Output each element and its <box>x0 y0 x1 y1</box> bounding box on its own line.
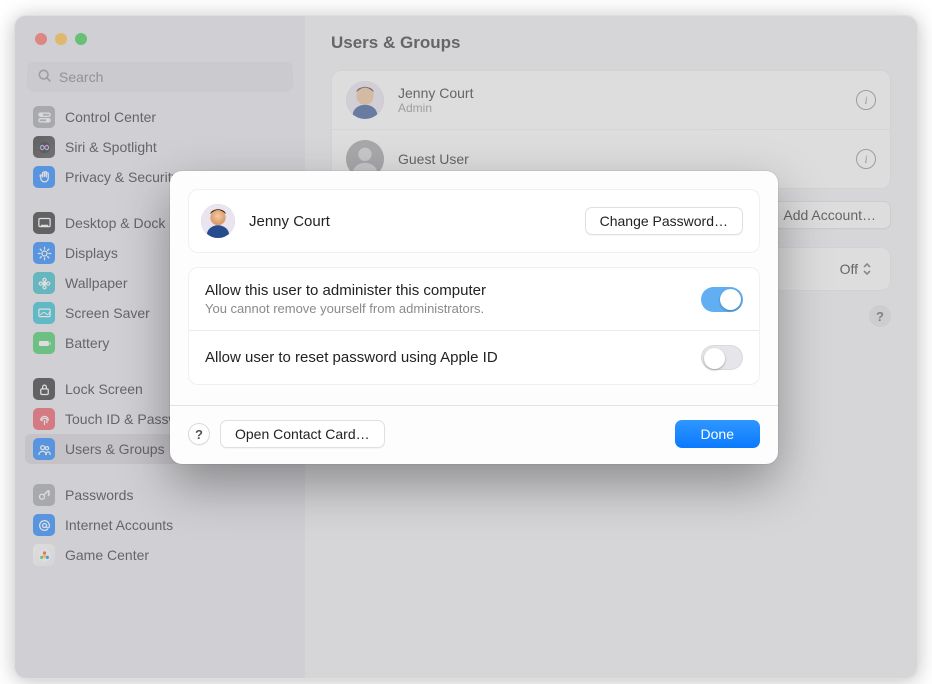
admin-option-row: Allow this user to administer this compu… <box>189 268 759 330</box>
sheet-help-button[interactable]: ? <box>188 423 210 445</box>
open-contact-card-button[interactable]: Open Contact Card… <box>220 420 385 448</box>
done-button[interactable]: Done <box>675 420 760 448</box>
admin-toggle[interactable] <box>701 287 743 312</box>
sheet-footer: ? Open Contact Card… Done <box>188 420 760 448</box>
sheet-user-name: Jenny Court <box>249 213 571 230</box>
reset-toggle[interactable] <box>701 345 743 370</box>
reset-option-label: Allow user to reset password using Apple… <box>205 349 498 366</box>
sheet-options: Allow this user to administer this compu… <box>188 267 760 385</box>
sheet-user-header: Jenny Court Change Password… <box>188 189 760 253</box>
user-detail-sheet: Jenny Court Change Password… Allow this … <box>170 171 778 464</box>
change-password-button[interactable]: Change Password… <box>585 207 743 235</box>
admin-option-sublabel: You cannot remove yourself from administ… <box>205 301 486 316</box>
separator <box>170 405 778 406</box>
admin-option-label: Allow this user to administer this compu… <box>205 282 486 299</box>
reset-option-row: Allow user to reset password using Apple… <box>189 330 759 384</box>
avatar <box>201 204 235 238</box>
